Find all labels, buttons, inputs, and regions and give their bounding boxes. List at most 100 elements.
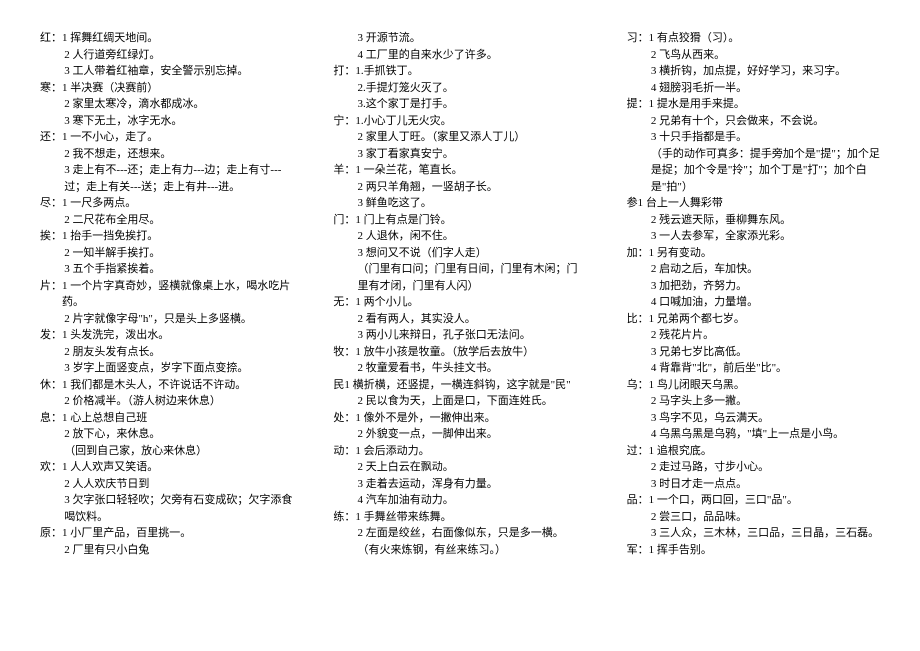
entry-head: 比： — [627, 311, 649, 328]
entry-text: 1 两个小儿。 — [355, 294, 418, 311]
dict-entry: 军：1 挥手告别。 — [627, 542, 880, 559]
entry-head: 处： — [333, 410, 355, 427]
entry-line: 4 工厂里的自来水少了许多。 — [333, 47, 586, 64]
dict-entry: 乌：1 鸟儿闭眼天乌黑。2 马字头上多一撇。3 鸟字不见，乌云满天。4 乌黑乌黑… — [627, 377, 880, 443]
entry-line: 2 人退休，闲不住。 — [333, 228, 586, 245]
entry-text: 1 心上总想自己班 — [62, 410, 147, 427]
entry-text: 1 鸟儿闭眼天乌黑。 — [649, 377, 745, 394]
entry-head: 尽： — [40, 195, 62, 212]
entry-head: 参 — [627, 195, 638, 212]
entry-line: 3 一人去参军，全家添光彩。 — [627, 228, 880, 245]
entry-head: 息： — [40, 410, 62, 427]
entry-line: 4 乌黑乌黑是乌鸦，"填"上一点是小鸟。 — [627, 426, 880, 443]
entry-line: 4 口喊加油，力量增。 — [627, 294, 880, 311]
entry-line: 2 尝三口，品品味。 — [627, 509, 880, 526]
dict-entry: 处：1 像外不是外，一撇伸出来。2 外貌变一点，一脚伸出来。 — [333, 410, 586, 443]
entry-line: 2 厂里有只小白兔 — [40, 542, 293, 559]
entry-line: 2 兄弟有十个，只会做来，不会说。 — [627, 113, 880, 130]
entry-line: （有火来炼钢，有丝来练习。） — [333, 542, 586, 559]
dict-entry: 寒：1 半决赛（决赛前）2 家里太寒冷，滴水都成冰。3 寒下无土，冰字无水。 — [40, 80, 293, 130]
entry-head: 打： — [333, 63, 355, 80]
dict-entry: 还：1 一不小心，走了。2 我不想走，还想来。3 走上有不---还；走上有力--… — [40, 129, 293, 195]
entry-line: 2 马字头上多一撇。 — [627, 393, 880, 410]
entry-head: 无： — [333, 294, 355, 311]
entry-text: 1 像外不是外，一撇伸出来。 — [355, 410, 495, 427]
dict-entry: 加：1 另有变动。2 启动之后，车加快。3 加把劲，齐努力。4 口喊加油，力量增… — [627, 245, 880, 311]
dict-entry: 宁：1.小心丁儿无火灾。2 家里人丁旺。（家里又添人丁儿）3 家丁看家真安宁。 — [333, 113, 586, 163]
entry-line: 3 三人众，三木林，三口品，三日晶，三石磊。 — [627, 525, 880, 542]
entry-text: 1 头发洗完，泼出水。 — [62, 327, 169, 344]
entry-text: 1 手舞丝带来练舞。 — [355, 509, 451, 526]
entry-line: 3 五个手指紧挨着。 — [40, 261, 293, 278]
entry-line: 4 背靠背"北"，前后坐"比"。 — [627, 360, 880, 377]
entry-text: 1 一朵兰花，笔直长。 — [355, 162, 462, 179]
dict-entry: 红：1 挥舞红绸天地间。2 人行道旁红绿灯。3 工人带着红袖章，安全警示别忘掉。 — [40, 30, 293, 80]
entry-head: 练： — [333, 509, 355, 526]
entry-line: 3 想问又不说（们字人走） — [333, 245, 586, 262]
entry-line: 2 人行道旁红绿灯。 — [40, 47, 293, 64]
entry-line: 3 鲜鱼吃这了。 — [333, 195, 586, 212]
dict-entry: 尽：1 一尺多两点。2 二尺花布全用尽。 — [40, 195, 293, 228]
dict-entry: 比：1 兄弟两个都七岁。2 残花片片。3 兄弟七岁比高低。4 背靠背"北"，前后… — [627, 311, 880, 377]
entry-line: 2.手提灯笼火灭了。 — [333, 80, 586, 97]
entry-line: 2 看有两人，其实没人。 — [333, 311, 586, 328]
dict-entry: 欢：1 人人欢声又笑语。2 人人欢庆节日到3 欠字张口轻轻吹；欠旁有石变成砍；欠… — [40, 459, 293, 525]
entry-head: 过： — [627, 443, 649, 460]
entry-text: 1 台上一人舞彩带 — [638, 195, 723, 212]
entry-line: 2 人人欢庆节日到 — [40, 476, 293, 493]
entry-line: 3 鸟字不见，乌云满天。 — [627, 410, 880, 427]
entry-line: 2 放下心，来休息。 — [40, 426, 293, 443]
dict-entry: 无：1 两个小儿。2 看有两人，其实没人。3 两小儿来辩日，孔子张口无法问。 — [333, 294, 586, 344]
entry-line: （回到自己家，放心来休息） — [40, 443, 293, 460]
entry-text: 1 人人欢声又笑语。 — [62, 459, 158, 476]
entry-text: 1 追根究底。 — [649, 443, 712, 460]
entry-line: 2 朋友头发有点长。 — [40, 344, 293, 361]
entry-line: 2 牧童爱看书，牛头挂文书。 — [333, 360, 586, 377]
entry-head: 红： — [40, 30, 62, 47]
entry-head: 门： — [333, 212, 355, 229]
entry-line: 2 启动之后，车加快。 — [627, 261, 880, 278]
dict-entry: 门：1 门上有点是门铃。2 人退休，闲不住。3 想问又不说（们字人走）（门里有口… — [333, 212, 586, 295]
entry-text: 1 一不小心，走了。 — [62, 129, 158, 146]
entry-text: 1 门上有点是门铃。 — [355, 212, 451, 229]
entry-line: 2 片字就像字母"h"，只是头上多竖横。 — [40, 311, 293, 328]
dict-entry: 羊：1 一朵兰花，笔直长。2 两只羊角翘，一竖胡子长。3 鲜鱼吃这了。 — [333, 162, 586, 212]
entry-line: 3 十只手指都是手。 — [627, 129, 880, 146]
entry-text: 1 半决赛（决赛前） — [62, 80, 158, 97]
entry-line: 2 一知半解手挨打。 — [40, 245, 293, 262]
dict-entry: 原：1 小厂里产品，百里挑一。2 厂里有只小白兔 — [40, 525, 293, 558]
column-2: 3 开源节流。4 工厂里的自来水少了许多。打：1.手抓铁丁。2.手提灯笼火灭了。… — [333, 30, 586, 558]
entry-text: 1 有点狡猾（习）。 — [649, 30, 740, 47]
entry-head: 发： — [40, 327, 62, 344]
entry-line: 3 开源节流。 — [333, 30, 586, 47]
dict-entry: 牧：1 放牛小孩是牧童。（放学后去放牛）2 牧童爱看书，牛头挂文书。 — [333, 344, 586, 377]
entry-head: 提： — [627, 96, 649, 113]
entry-text: 1 放牛小孩是牧童。（放学后去放牛） — [355, 344, 534, 361]
entry-head: 原： — [40, 525, 62, 542]
entry-line: 2 飞鸟从西来。 — [627, 47, 880, 64]
entry-text: 1.手抓铁丁。 — [355, 63, 418, 80]
dict-entry: 过：1 追根究底。2 走过马路，寸步小心。3 时日才走一点点。 — [627, 443, 880, 493]
entry-line: 4 汽车加油有动力。 — [333, 492, 586, 509]
entry-line: 3 岁字上面竖变点，岁字下面点变捺。 — [40, 360, 293, 377]
dict-entry: 品：1 一个口，两口回，三口"品"。2 尝三口，品品味。3 三人众，三木林，三口… — [627, 492, 880, 542]
entry-line: 2 价格减半。（游人树边来休息） — [40, 393, 293, 410]
entry-line: 3 寒下无土，冰字无水。 — [40, 113, 293, 130]
entry-line: 2 二尺花布全用尽。 — [40, 212, 293, 229]
entry-head: 羊： — [333, 162, 355, 179]
entry-head: 宁： — [333, 113, 355, 130]
entry-head: 加： — [627, 245, 649, 262]
dict-entry: 发：1 头发洗完，泼出水。2 朋友头发有点长。3 岁字上面竖变点，岁字下面点变捺… — [40, 327, 293, 377]
entry-text: 1 一尺多两点。 — [62, 195, 136, 212]
entry-text: 1 我们都是木头人，不许说话不许动。 — [62, 377, 246, 394]
dict-entry: 习：1 有点狡猾（习）。2 飞鸟从西来。3 横折钩，加点提，好好学习，来习字。4… — [627, 30, 880, 96]
entry-line: 2 我不想走，还想来。 — [40, 146, 293, 163]
entry-head: 军： — [627, 542, 649, 559]
dict-entry: 休：1 我们都是木头人，不许说话不许动。2 价格减半。（游人树边来休息） — [40, 377, 293, 410]
entry-line: 2 残云遮天际，垂柳舞东风。 — [627, 212, 880, 229]
entry-text: 1 挥手告别。 — [649, 542, 712, 559]
entry-head: 牧： — [333, 344, 355, 361]
entry-line: 3 家丁看家真安宁。 — [333, 146, 586, 163]
entry-line: 3 走上有不---还；走上有力---边；走上有寸---过；走上有关---送；走上… — [40, 162, 293, 195]
entry-line: 3 横折钩，加点提，好好学习，来习字。 — [627, 63, 880, 80]
